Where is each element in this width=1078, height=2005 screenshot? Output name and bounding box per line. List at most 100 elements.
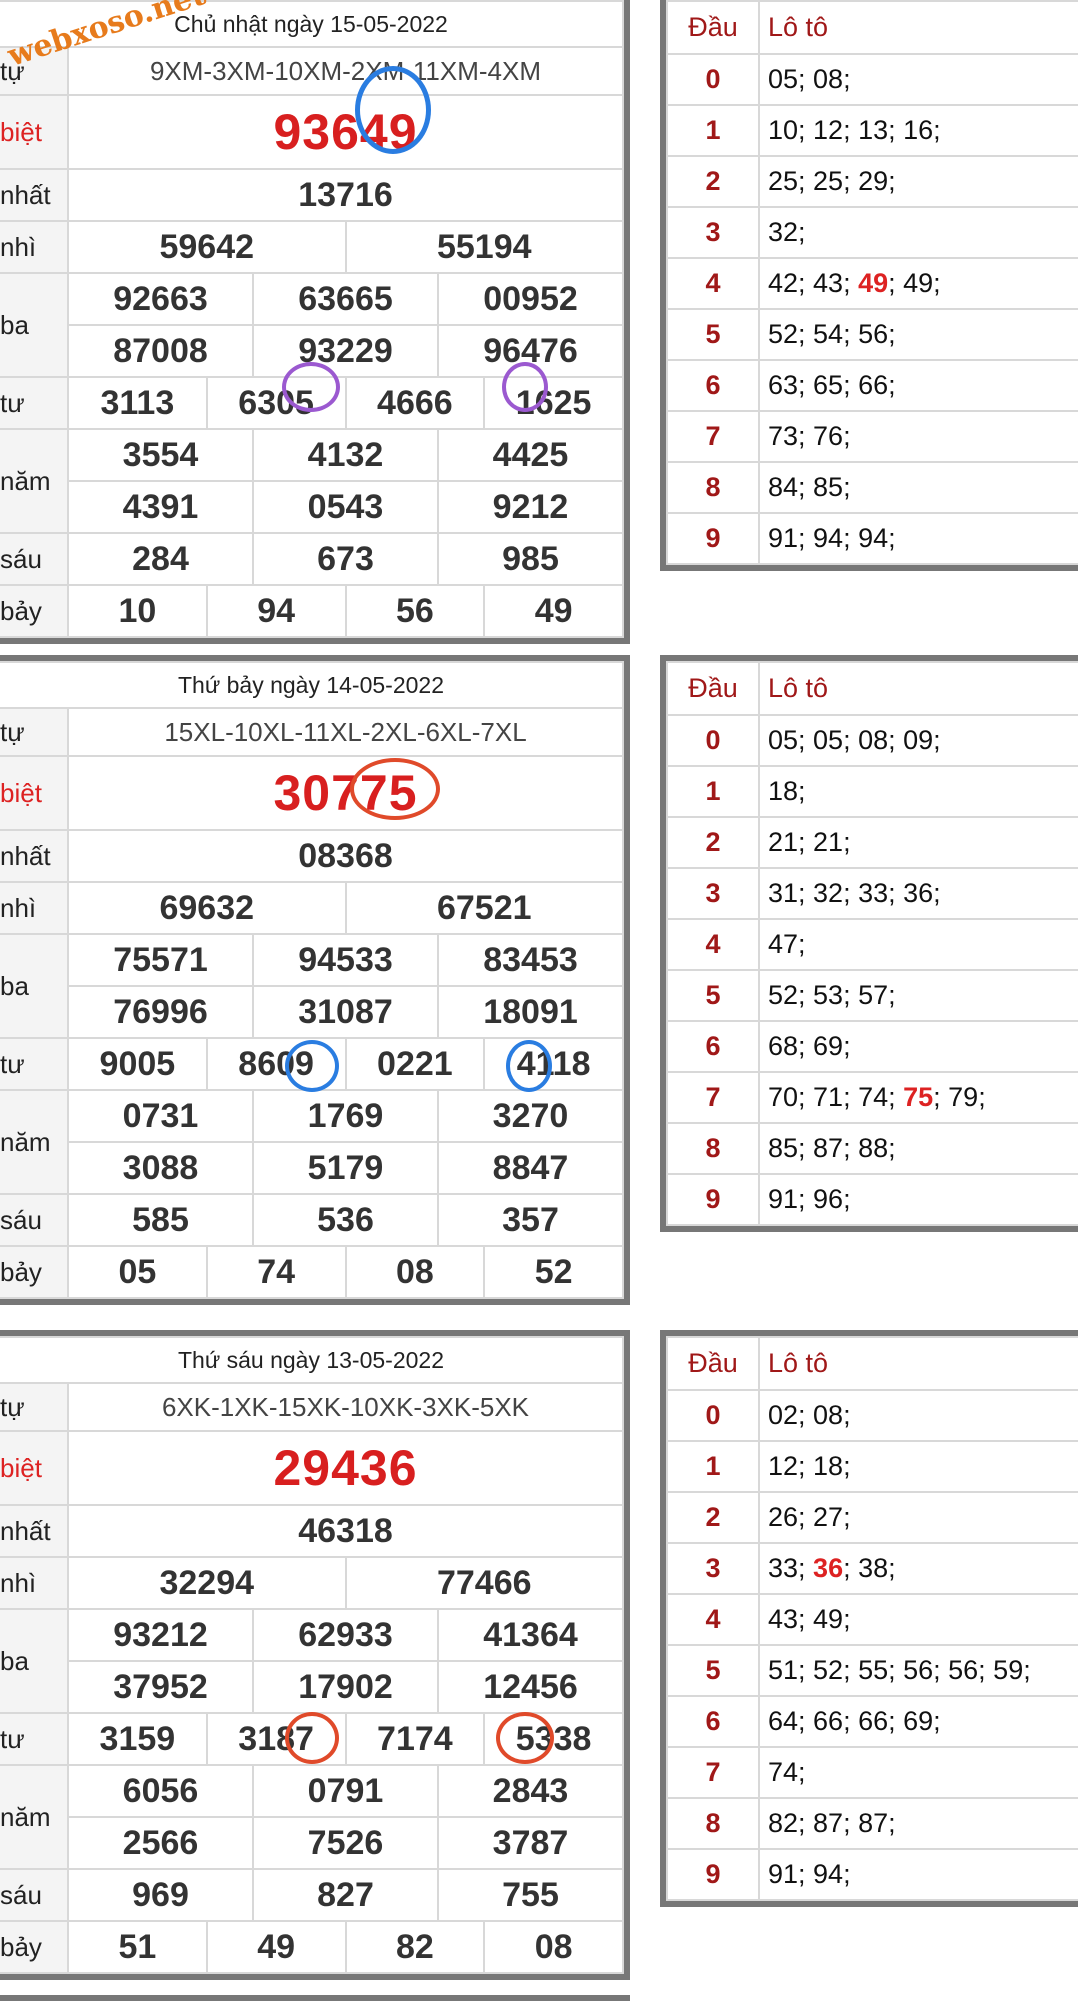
prize-number: 52 bbox=[483, 1245, 624, 1299]
result-table-1: Thứ bảy ngày 14-05-2022 tự 15XL-10XL-11XL-… bbox=[0, 655, 630, 1305]
loto-head-digit: 0 bbox=[666, 53, 760, 106]
prize-number: 49 bbox=[483, 584, 624, 638]
loto-head-digit: 1 bbox=[666, 1440, 760, 1493]
prize-number: 8609 bbox=[205, 1037, 347, 1091]
loto-head-digit: 8 bbox=[666, 1797, 760, 1850]
loto-text: 47; bbox=[768, 929, 806, 959]
label-third: ba bbox=[0, 933, 69, 1039]
prize-number: 3187 bbox=[205, 1712, 347, 1766]
prize-number: 87008 bbox=[67, 324, 254, 378]
loto-head-digit: 3 bbox=[666, 867, 760, 920]
prize-number: 7526 bbox=[252, 1816, 439, 1870]
label-sixth: sáu bbox=[0, 1868, 69, 1922]
label-sixth: sáu bbox=[0, 1193, 69, 1247]
label-first: nhất bbox=[0, 829, 69, 883]
prize-number: 5179 bbox=[252, 1141, 439, 1195]
label-fifth: năm bbox=[0, 428, 69, 534]
loto-values: 42; 43; 49; 49; bbox=[758, 257, 1078, 310]
result-table-2: Thứ sáu ngày 13-05-2022 tự 6XK-1XK-15XK-10… bbox=[0, 1330, 630, 1980]
loto-head-digit: 6 bbox=[666, 1020, 760, 1073]
loto-values: 18; bbox=[758, 765, 1078, 818]
prize-number: 585 bbox=[67, 1193, 254, 1247]
loto-values: 91; 94; 94; bbox=[758, 512, 1078, 565]
prize-number: 0543 bbox=[252, 480, 439, 534]
loto-text: 42; 43; bbox=[768, 268, 859, 298]
label-seventh: bảy bbox=[0, 1920, 69, 1974]
prize-number: 93229 bbox=[252, 324, 439, 378]
prize-number: 1625 bbox=[483, 376, 624, 430]
loto-head-digit: 0 bbox=[666, 1389, 760, 1442]
prize-number: 37952 bbox=[67, 1660, 254, 1714]
loto-text: 84; 85; bbox=[768, 472, 851, 502]
prize-number: 82 bbox=[344, 1920, 486, 1974]
loto-head-digit: 8 bbox=[666, 1122, 760, 1175]
prize-number: 29436 bbox=[67, 1430, 624, 1506]
loto-text: 82; 87; 87; bbox=[768, 1808, 896, 1838]
loto-head-digit: 3 bbox=[666, 206, 760, 259]
prize-number: 3554 bbox=[67, 428, 254, 482]
loto-values: 10; 12; 13; 16; bbox=[758, 104, 1078, 157]
loto-text: 64; 66; 66; 69; bbox=[768, 1706, 941, 1736]
prize-number: 9212 bbox=[437, 480, 624, 534]
loto-text: 32; bbox=[768, 217, 806, 247]
prize-number: 55194 bbox=[344, 220, 624, 274]
loto-text: ; 49; bbox=[888, 268, 941, 298]
loto-head-digit: 9 bbox=[666, 1173, 760, 1226]
prize-number: 9XM-3XM-10XM-2XM-11XM-4XM bbox=[67, 46, 624, 96]
prize-number: 30775 bbox=[67, 755, 624, 831]
loto-text: 85; 87; 88; bbox=[768, 1133, 896, 1163]
loto-text: 05; 08; bbox=[768, 64, 851, 94]
prize-number: 77466 bbox=[344, 1556, 624, 1610]
loto-values: 64; 66; 66; 69; bbox=[758, 1695, 1078, 1748]
label-first: nhất bbox=[0, 168, 69, 222]
prize-number: 92663 bbox=[67, 272, 254, 326]
label-seventh: bảy bbox=[0, 1245, 69, 1299]
loto-values: 91; 96; bbox=[758, 1173, 1078, 1226]
label-fourth: tư bbox=[0, 376, 69, 430]
loto-values: 32; bbox=[758, 206, 1078, 259]
prize-number: 08368 bbox=[67, 829, 624, 883]
loto-text: 52; 54; 56; bbox=[768, 319, 896, 349]
prize-number: 0791 bbox=[252, 1764, 439, 1818]
prize-number: 4666 bbox=[344, 376, 486, 430]
label-third: ba bbox=[0, 1608, 69, 1714]
prize-number: 3270 bbox=[437, 1089, 624, 1143]
prize-number: 0221 bbox=[344, 1037, 486, 1091]
label-code: tự bbox=[0, 1382, 69, 1432]
loto-table-0: Đầu Lô tô 0 05; 08; 1 10; 12; 13; 16; 2 25; 25;… bbox=[660, 0, 1078, 571]
prize-number: 94533 bbox=[252, 933, 439, 987]
loto-text: ; 38; bbox=[843, 1553, 896, 1583]
label-fourth: tư bbox=[0, 1037, 69, 1091]
loto-highlight: 75 bbox=[903, 1082, 934, 1112]
loto-values: 68; 69; bbox=[758, 1020, 1078, 1073]
prize-number: 59642 bbox=[67, 220, 347, 274]
prize-number: 827 bbox=[252, 1868, 439, 1922]
loto-head-digit: 5 bbox=[666, 308, 760, 361]
draw-date-title: Thứ bảy ngày 14-05-2022 bbox=[0, 661, 624, 709]
loto-head-digit: 2 bbox=[666, 816, 760, 869]
loto-head-digit: 3 bbox=[666, 1542, 760, 1595]
loto-values: 74; bbox=[758, 1746, 1078, 1799]
prize-number: 08 bbox=[344, 1245, 486, 1299]
prize-number: 536 bbox=[252, 1193, 439, 1247]
loto-values: 05; 08; bbox=[758, 53, 1078, 106]
prize-number: 7174 bbox=[344, 1712, 486, 1766]
loto-head-digit: 9 bbox=[666, 512, 760, 565]
prize-number: 08 bbox=[483, 1920, 624, 1974]
loto-head-digit: 4 bbox=[666, 1593, 760, 1646]
loto-head-digit: 4 bbox=[666, 257, 760, 310]
loto-header-loto: Lô tô bbox=[758, 661, 1078, 716]
loto-head-digit: 6 bbox=[666, 359, 760, 412]
prize-number: 1769 bbox=[252, 1089, 439, 1143]
prize-number: 17902 bbox=[252, 1660, 439, 1714]
loto-text: 70; 71; 74; bbox=[768, 1082, 904, 1112]
loto-text: 25; 25; 29; bbox=[768, 166, 896, 196]
label-second: nhì bbox=[0, 220, 69, 274]
loto-values: 82; 87; 87; bbox=[758, 1797, 1078, 1850]
prize-number: 62933 bbox=[252, 1608, 439, 1662]
loto-text: 18; bbox=[768, 776, 806, 806]
loto-text: 05; 05; 08; 09; bbox=[768, 725, 941, 755]
label-first: nhất bbox=[0, 1504, 69, 1558]
prize-number: 56 bbox=[344, 584, 486, 638]
loto-values: 43; 49; bbox=[758, 1593, 1078, 1646]
